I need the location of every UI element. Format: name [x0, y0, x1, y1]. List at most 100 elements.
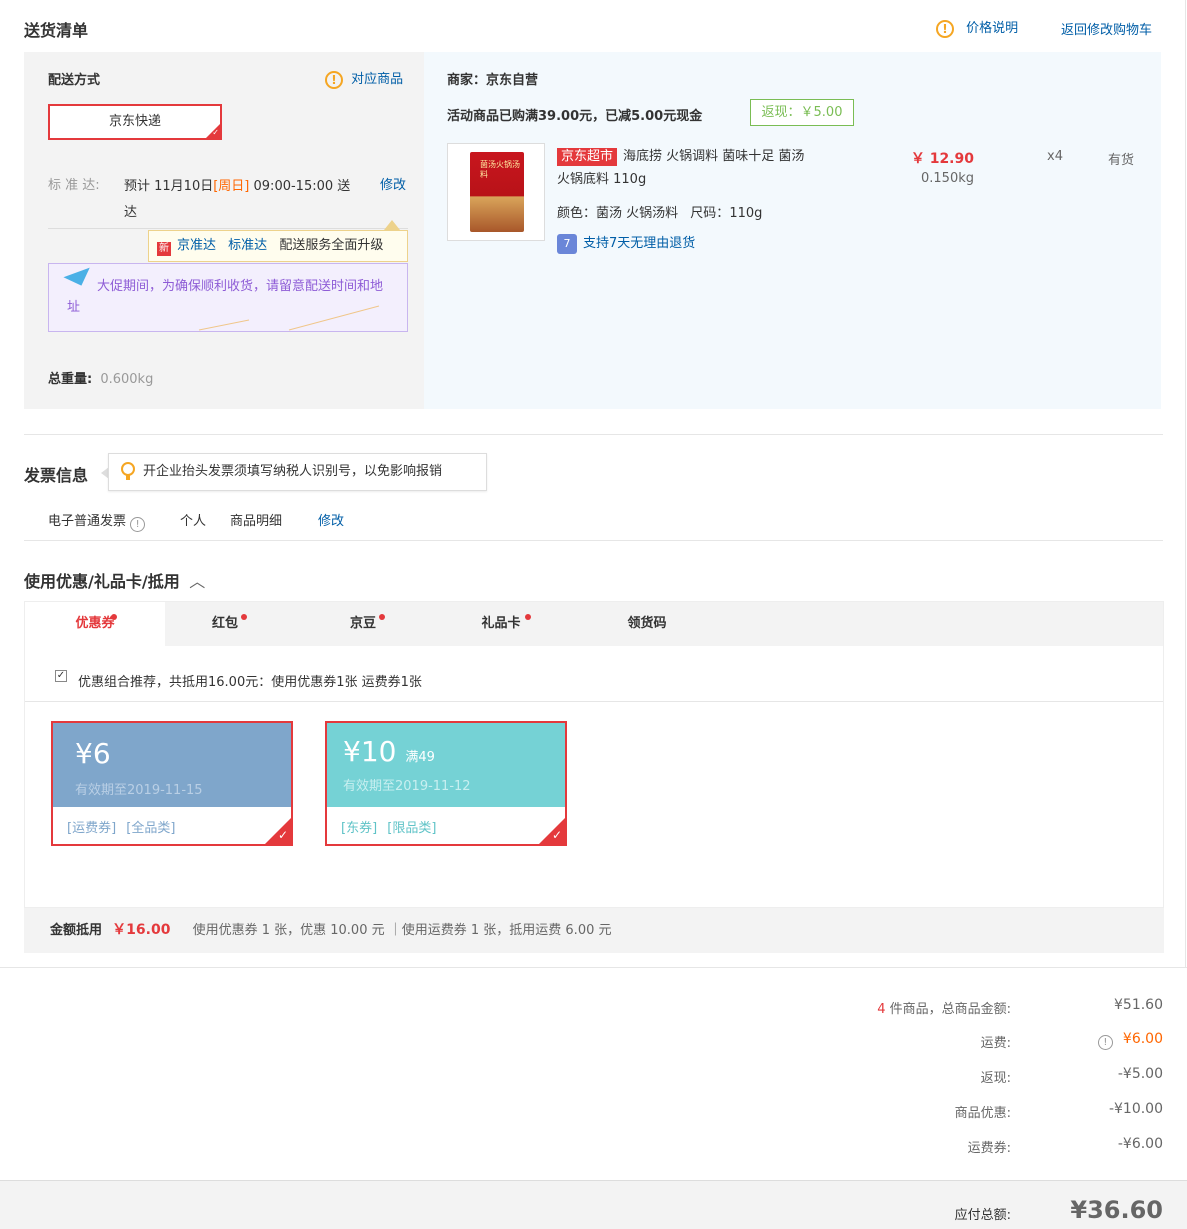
tab-pickup-code[interactable]: 领货码 — [607, 602, 687, 648]
back-to-cart-link[interactable]: 返回修改购物车 — [1061, 19, 1152, 38]
jzd-upgrade-tip: 新京准达 标准达 配送服务全面升级 — [148, 230, 408, 262]
match-goods-label[interactable]: 对应商品 — [351, 72, 403, 87]
cashback-badge: 返现：￥5.00 — [750, 99, 854, 126]
product-quantity: x4 — [1047, 149, 1063, 164]
invoice-type-label: 电子普通发票 — [48, 514, 127, 529]
coupon-expiry: 有效期至2019-11-15 — [75, 783, 203, 798]
decoration-lines — [198, 305, 380, 331]
modify-delivery-link[interactable]: 修改 — [380, 174, 406, 193]
freight-amount: ¥6.00 — [1122, 1031, 1163, 1047]
coupon-amount: ¥10 满49 — [343, 735, 435, 768]
recommend-text: 优惠组合推荐，共抵用16.00元：使用优惠券1张 运费券1张 — [78, 675, 422, 690]
activity-text: 活动商品已购满39.00元，已减5.00元现金 — [447, 109, 703, 124]
new-tag-icon: 新 — [157, 242, 171, 256]
price-note-link[interactable]: ! 价格说明 — [936, 17, 1018, 38]
goods-count: 4 — [877, 1002, 886, 1017]
cashback-label: 返现: — [980, 1071, 1011, 1086]
delivery-date: 预计 11月10日 — [124, 179, 214, 194]
total-weight-label: 总重量: — [48, 372, 93, 387]
match-goods-link[interactable]: ! 对应商品 — [325, 68, 403, 89]
info-icon: ! — [936, 19, 954, 38]
coupon-tabs: 优惠券 红包 京豆 礼品卡 领货码 — [24, 601, 1164, 648]
spec-color-value: 菌汤 火锅汤料 — [596, 206, 679, 221]
invoice-content: 商品明细 — [230, 514, 283, 529]
freight-coupon-value: -¥6.00 — [1117, 1136, 1163, 1152]
total-weight: 总重量: 0.600kg — [48, 368, 153, 387]
jzd-link[interactable]: 京准达 — [177, 238, 216, 253]
back-to-cart-label[interactable]: 返回修改购物车 — [1061, 23, 1152, 38]
total-weight-value: 0.600kg — [100, 372, 154, 387]
cashback-value: -¥5.00 — [1117, 1066, 1163, 1082]
pay-total-value: ¥36.60 — [1070, 1196, 1163, 1224]
coupon-card[interactable]: ¥6 有效期至2019-11-15 [运费券] [全品类] ✓ — [51, 721, 293, 846]
express-option-button[interactable]: 京东快递 ✓ — [48, 104, 222, 140]
delivery-window: 09:00-15:00 送 — [253, 179, 351, 194]
tab-red-packet-label: 红包 — [211, 616, 238, 631]
coupon-scope-tag: [全品类] — [126, 821, 176, 836]
tab-gift-card-label: 礼品卡 — [481, 616, 521, 631]
pay-total-label: 应付总额: — [954, 1208, 1011, 1223]
jzd-standard-link[interactable]: 标准达 — [228, 238, 267, 253]
spec-color-label: 颜色： — [557, 206, 597, 221]
return-policy: 7 支持7天无理由退货 — [557, 232, 695, 254]
tab-coupon-label: 优惠券 — [75, 616, 115, 631]
spec-size-value: 110g — [729, 206, 763, 221]
product-image[interactable]: 菌汤火锅汤料 — [447, 143, 545, 241]
info-icon[interactable]: ! — [130, 517, 146, 532]
invoice-holder: 个人 — [180, 514, 207, 529]
stock-status: 有货 — [1108, 153, 1135, 168]
spec-size-label: 尺码： — [690, 206, 730, 221]
product-price: ￥ 12.90 — [910, 151, 974, 167]
selected-check-icon: ✓ — [206, 124, 220, 138]
tip-arrow — [384, 220, 400, 230]
shipping-method-label: 配送方式 — [48, 73, 101, 88]
invoice-type: 电子普通发票 ! — [48, 510, 146, 532]
info-icon[interactable]: ! — [1097, 1035, 1113, 1050]
delivery-title: 送货清单 — [24, 21, 89, 40]
coupons-title-label: 使用优惠/礼品卡/抵用 — [24, 572, 180, 591]
recommend-checkbox[interactable]: ✓ — [55, 670, 67, 682]
coupon-summary-value: ￥16.00 — [112, 922, 171, 938]
selected-check-icon: ✓ — [265, 818, 291, 844]
tab-gift-card[interactable]: 礼品卡 — [461, 602, 541, 648]
modify-invoice-link[interactable]: 修改 — [318, 510, 344, 529]
lightbulb-icon — [121, 462, 135, 480]
divider — [25, 701, 1163, 702]
product-name-line1[interactable]: 海底捞 火锅调料 菌味十足 菌汤 — [623, 149, 804, 164]
package-label: 菌汤火锅汤料 — [480, 160, 520, 179]
standard-delivery-label: 标 准 达: — [48, 178, 100, 193]
tab-red-packet[interactable]: 红包 — [185, 602, 265, 648]
freight-value: ! ¥6.00 — [1013, 1031, 1163, 1050]
coupon-tags: [东券] [限品类] — [341, 817, 436, 836]
tab-coupon[interactable]: 优惠券 — [25, 602, 165, 648]
jd-supermarket-badge: 京东超市 — [557, 148, 618, 166]
goods-total-label: 件商品，总商品金额: — [889, 1002, 1011, 1017]
product-package-image: 菌汤火锅汤料 — [470, 152, 524, 232]
invoice-title: 发票信息 — [24, 466, 89, 485]
price-note-label[interactable]: 价格说明 — [966, 21, 1018, 36]
divider — [48, 228, 408, 229]
promo-notice: 大促期间，为确保顺利收货，请留意配送时间和地址 — [48, 263, 408, 332]
return-policy-label: 支持7天无理由退货 — [583, 236, 696, 251]
coupon-amount-value: ¥10 — [343, 735, 397, 768]
coupons-title[interactable]: 使用优惠/礼品卡/抵用 ︿ — [24, 568, 205, 592]
tab-jd-beans-label: 京豆 — [349, 616, 376, 631]
product-name[interactable]: 京东超市 海底捞 火锅调料 菌味十足 菌汤 火锅底料 110g — [557, 145, 857, 191]
notification-dot — [379, 614, 385, 620]
chevron-up-icon[interactable]: ︿ — [189, 572, 205, 591]
discount-label: 商品优惠: — [954, 1106, 1011, 1121]
coupon-type-tag: [运费券] — [67, 821, 117, 836]
notification-dot — [241, 614, 247, 620]
divider — [24, 434, 1163, 435]
delivery-weekday: [周日] — [213, 179, 250, 194]
notification-dot — [525, 614, 531, 620]
notification-dot — [111, 614, 117, 620]
tab-jd-beans[interactable]: 京豆 — [323, 602, 403, 648]
coupon-card[interactable]: ¥10 满49 有效期至2019-11-12 [东券] [限品类] ✓ — [325, 721, 567, 846]
info-icon: ! — [325, 70, 343, 89]
freight-label: 运费: — [980, 1036, 1011, 1051]
express-option-label: 京东快递 — [108, 114, 161, 129]
product-weight: 0.150kg — [921, 171, 974, 186]
product-name-line2[interactable]: 火锅底料 110g — [557, 172, 646, 187]
coupon-condition: 满49 — [405, 750, 435, 765]
